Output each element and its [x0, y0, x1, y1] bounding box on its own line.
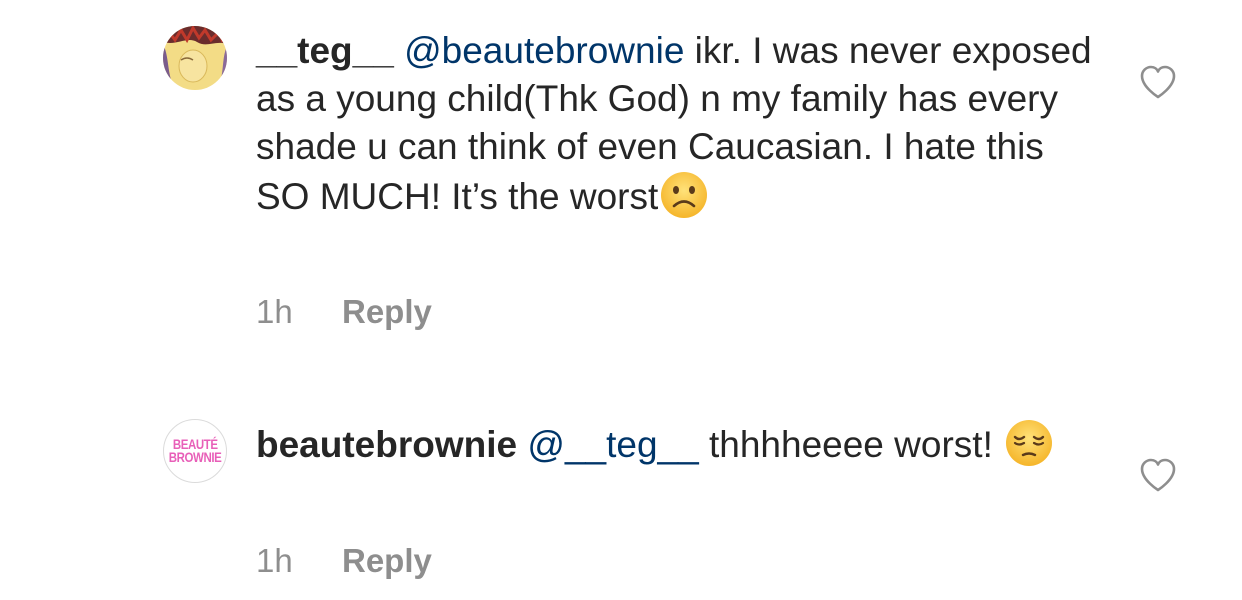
- comment-meta: 1h Reply: [256, 292, 432, 332]
- comment-body: thhhheeee worst!: [698, 424, 993, 465]
- comment-mention[interactable]: @__teg__: [527, 424, 698, 465]
- comment-username[interactable]: __teg__: [256, 30, 394, 71]
- comment-item: BEAUTÉ BROWNIE beautebrownie @__teg__ th…: [0, 360, 1242, 600]
- comment-text: beautebrownie @__teg__ thhhheeee worst!: [256, 419, 1106, 469]
- heart-icon: [1140, 458, 1176, 492]
- reply-button[interactable]: Reply: [342, 293, 432, 330]
- reply-button[interactable]: Reply: [342, 542, 432, 579]
- avatar-brand-line-2: BROWNIE: [168, 449, 222, 465]
- comment-item: __teg__ @beautebrownie ikr. I was never …: [0, 0, 1242, 360]
- comment-mention[interactable]: @beautebrownie: [404, 30, 684, 71]
- pensive-face-emoji: [1005, 419, 1053, 467]
- comment-timestamp: 1h: [256, 542, 293, 579]
- user-avatar-photo: [163, 26, 227, 90]
- comment-timestamp: 1h: [256, 293, 293, 330]
- comment-text: __teg__ @beautebrownie ikr. I was never …: [256, 27, 1106, 221]
- comment-meta: 1h Reply: [256, 541, 432, 581]
- frowning-face-emoji: [660, 171, 708, 219]
- like-button[interactable]: [1138, 456, 1178, 494]
- avatar[interactable]: [163, 26, 227, 90]
- like-button[interactable]: [1138, 63, 1178, 101]
- heart-icon: [1140, 65, 1176, 99]
- comment-username[interactable]: beautebrownie: [256, 424, 517, 465]
- avatar[interactable]: BEAUTÉ BROWNIE: [163, 419, 227, 483]
